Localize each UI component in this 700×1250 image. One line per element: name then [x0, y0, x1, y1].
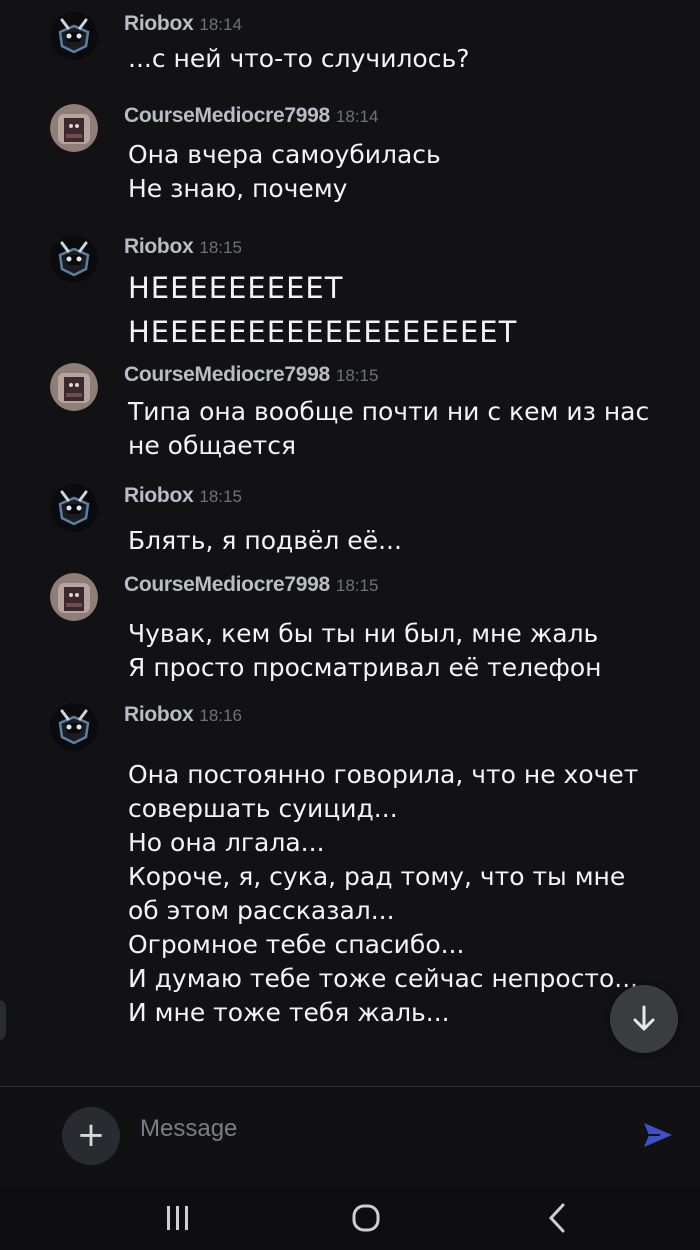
message-header: CourseMediocre7998 18:15 [124, 363, 378, 387]
arrow-down-icon [633, 1005, 655, 1031]
author-name[interactable]: CourseMediocre7998 [124, 104, 330, 127]
author-name[interactable]: Riobox [124, 484, 194, 507]
message-timestamp: 18:15 [199, 238, 242, 257]
plus-icon: + [76, 1115, 106, 1155]
message-header: Riobox 18:15 [124, 235, 242, 259]
message-text: Короче, я, сука, рад тому, что ты мне [128, 862, 626, 891]
coursemediocre-avatar[interactable] [50, 573, 98, 621]
riobox-avatar[interactable] [50, 703, 98, 751]
message-text: Я просто просматривал её телефон [128, 653, 602, 682]
coursemediocre-avatar[interactable] [50, 104, 98, 152]
message-header: CourseMediocre7998 18:14 [124, 104, 378, 128]
message-timestamp: 18:16 [199, 706, 242, 725]
coursemediocre-avatar[interactable] [50, 363, 98, 411]
message-text: НЕЕЕЕЕЕЕЕЕТ [128, 271, 344, 305]
message-text: Она постоянно говорила, что не хочет [128, 760, 639, 789]
author-name[interactable]: CourseMediocre7998 [124, 573, 330, 596]
message-header: Riobox 18:14 [124, 12, 242, 36]
message-text: НЕЕЕЕЕЕЕЕЕЕЕЕЕЕЕЕЕЕТ [128, 315, 518, 349]
message-input[interactable]: Message [140, 1115, 237, 1143]
author-name[interactable]: Riobox [124, 12, 194, 35]
message-composer: + Message [0, 1086, 700, 1187]
recents-icon[interactable] [163, 1202, 193, 1234]
author-name[interactable]: Riobox [124, 703, 194, 726]
message-text: Не знаю, почему [128, 174, 348, 203]
scroll-to-bottom-button[interactable] [610, 985, 678, 1053]
message-header: Riobox 18:16 [124, 703, 242, 727]
message-text: И думаю тебе тоже сейчас непросто... [128, 964, 639, 993]
message-timestamp: 18:14 [199, 15, 242, 34]
message-text: Блять, я подвёл её... [128, 526, 402, 555]
message-text: совершать суицид... [128, 794, 398, 823]
riobox-avatar[interactable] [50, 484, 98, 532]
message-text: Она вчера самоубилась [128, 140, 441, 169]
home-icon[interactable] [350, 1202, 382, 1234]
message-header: CourseMediocre7998 18:15 [124, 573, 378, 597]
message-text: И мне тоже тебя жаль... [128, 998, 450, 1027]
message-text: Типа она вообще почти ни с кем из нас [128, 397, 650, 426]
send-icon[interactable] [640, 1117, 676, 1153]
message-text: Огромное тебе спасибо... [128, 930, 465, 959]
message-timestamp: 18:15 [199, 487, 242, 506]
message-text: Чувак, кем бы ты ни был, мне жаль [128, 619, 599, 648]
message-timestamp: 18:15 [335, 366, 379, 385]
system-navigation-bar [0, 1186, 700, 1250]
message-text: не общается [128, 431, 296, 460]
message-text: ...с ней что-то случилось? [128, 44, 470, 73]
author-name[interactable]: Riobox [124, 235, 194, 258]
add-attachment-button[interactable]: + [62, 1107, 120, 1165]
message-header: Riobox 18:15 [124, 484, 242, 508]
author-name[interactable]: CourseMediocre7998 [124, 363, 330, 386]
message-timestamp: 18:15 [335, 576, 379, 595]
riobox-avatar[interactable] [50, 12, 98, 60]
edge-panel-handle[interactable] [0, 1000, 6, 1040]
message-list[interactable]: Riobox 18:14 ...с ней что-то случилось? Cou… [0, 0, 700, 1085]
riobox-avatar[interactable] [50, 235, 98, 283]
message-timestamp: 18:14 [335, 107, 379, 126]
message-text: Но она лгала... [128, 828, 325, 857]
message-text: об этом рассказал... [128, 896, 395, 925]
back-icon[interactable] [542, 1202, 572, 1234]
